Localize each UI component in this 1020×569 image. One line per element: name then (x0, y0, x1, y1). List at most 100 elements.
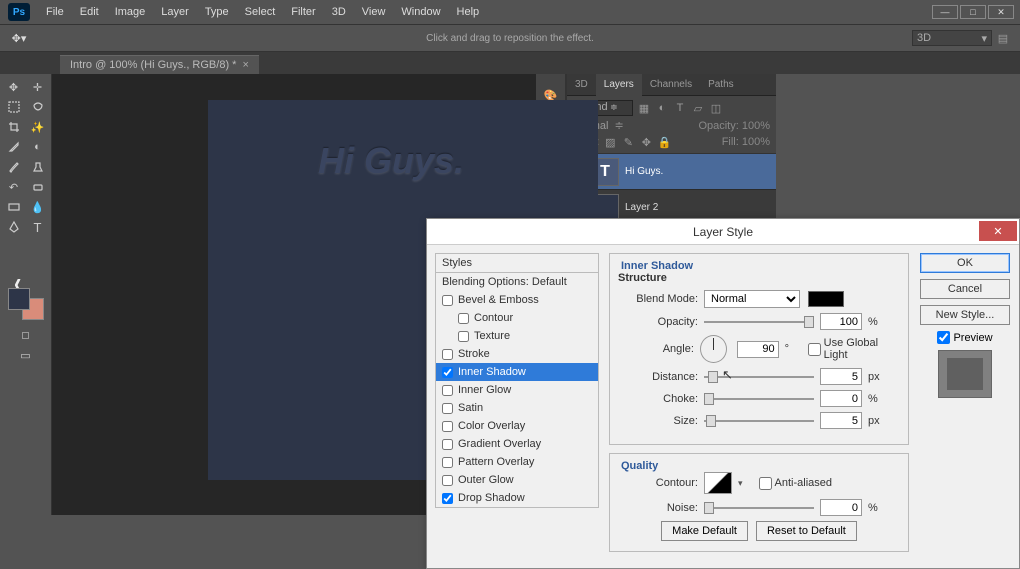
style-checkbox[interactable] (442, 367, 453, 378)
brush-tool[interactable] (3, 158, 25, 176)
style-effect-row[interactable]: Inner Glow (436, 381, 598, 399)
anti-aliased-checkbox[interactable]: Anti-aliased (759, 477, 832, 490)
style-effect-row[interactable]: Inner Shadow (436, 363, 598, 381)
cancel-button[interactable]: Cancel (920, 279, 1010, 299)
screen-mode-toggle[interactable]: ▭ (15, 346, 37, 364)
wand-tool[interactable]: ✨ (27, 118, 49, 136)
size-slider[interactable] (704, 413, 814, 429)
filter-type-icon[interactable]: T (673, 101, 687, 115)
menu-filter[interactable]: Filter (283, 0, 323, 24)
color-swatches[interactable] (6, 286, 46, 322)
distance-input[interactable] (820, 368, 862, 385)
opacity-slider[interactable] (704, 314, 814, 330)
style-checkbox[interactable] (442, 457, 453, 468)
lasso-tool[interactable] (27, 98, 49, 116)
menu-image[interactable]: Image (107, 0, 154, 24)
artboard-tool[interactable]: ✛ (27, 78, 49, 96)
blending-options-row[interactable]: Blending Options: Default (436, 273, 598, 291)
blur-tool[interactable]: 💧 (27, 198, 49, 216)
style-effect-row[interactable]: Texture (436, 327, 598, 345)
eyedropper-tool[interactable] (3, 138, 25, 156)
use-global-light-checkbox[interactable]: Use Global Light (808, 337, 900, 361)
style-checkbox[interactable] (458, 313, 469, 324)
distance-slider[interactable]: ↖ (704, 369, 814, 385)
foreground-color-swatch[interactable] (8, 288, 30, 310)
angle-dial[interactable] (700, 335, 727, 363)
crop-tool[interactable] (3, 118, 25, 136)
menu-window[interactable]: Window (393, 0, 448, 24)
menu-3d[interactable]: 3D (324, 0, 354, 24)
menu-type[interactable]: Type (197, 0, 237, 24)
style-checkbox[interactable] (442, 403, 453, 414)
history-brush-tool[interactable]: ↶ (3, 178, 25, 196)
blend-mode-select[interactable]: Normal (704, 290, 800, 308)
lock-all-icon[interactable]: 🔒 (657, 135, 671, 149)
style-checkbox[interactable] (458, 331, 469, 342)
quick-mask-toggle[interactable] (16, 328, 36, 342)
contour-picker[interactable] (704, 472, 732, 494)
style-effect-row[interactable]: Stroke (436, 345, 598, 363)
workspace-dropdown[interactable]: 3D▾ (912, 30, 992, 46)
style-effect-row[interactable]: Gradient Overlay (436, 435, 598, 453)
style-effect-row[interactable]: Satin (436, 399, 598, 417)
type-tool[interactable]: T (27, 218, 49, 236)
style-checkbox[interactable] (442, 349, 453, 360)
style-effect-row[interactable]: Bevel & Emboss (436, 291, 598, 309)
lock-position-icon[interactable]: ✥ (639, 135, 653, 149)
choke-input[interactable] (820, 390, 862, 407)
ok-button[interactable]: OK (920, 253, 1010, 273)
style-effect-row[interactable]: Drop Shadow (436, 489, 598, 507)
opacity-input[interactable] (820, 313, 862, 330)
style-checkbox[interactable] (442, 295, 453, 306)
layer-name[interactable]: Layer 2 (625, 202, 658, 213)
size-input[interactable] (820, 412, 862, 429)
panel-tab-layers[interactable]: Layers (596, 74, 642, 96)
document-tab[interactable]: Intro @ 100% (Hi Guys., RGB/8) * × (60, 55, 259, 74)
window-close[interactable]: ✕ (988, 5, 1014, 19)
menu-edit[interactable]: Edit (72, 0, 107, 24)
angle-input[interactable] (737, 341, 779, 358)
style-checkbox[interactable] (442, 421, 453, 432)
layer-name[interactable]: Hi Guys. (625, 166, 663, 177)
filter-smart-icon[interactable]: ◫ (709, 101, 723, 115)
options-menu-icon[interactable]: ▤ (996, 31, 1010, 45)
shadow-color-swatch[interactable] (808, 291, 844, 307)
pen-tool[interactable] (3, 218, 25, 236)
gradient-tool[interactable] (3, 198, 25, 216)
dialog-titlebar[interactable]: Layer Style ✕ (427, 219, 1019, 245)
noise-input[interactable] (820, 499, 862, 516)
style-effect-row[interactable]: Pattern Overlay (436, 453, 598, 471)
panel-tab-channels[interactable]: Channels (642, 74, 700, 96)
close-tab-icon[interactable]: × (242, 59, 248, 71)
new-style-button[interactable]: New Style... (920, 305, 1010, 325)
style-effect-row[interactable]: Contour (436, 309, 598, 327)
menu-help[interactable]: Help (449, 0, 488, 24)
filter-image-icon[interactable]: ▦ (637, 101, 651, 115)
lock-transparency-icon[interactable]: ▨ (603, 135, 617, 149)
style-checkbox[interactable] (442, 493, 453, 504)
style-effect-row[interactable]: Outer Glow (436, 471, 598, 489)
filter-shape-icon[interactable]: ▱ (691, 101, 705, 115)
reset-default-button[interactable]: Reset to Default (756, 521, 857, 541)
eraser-tool[interactable] (27, 178, 49, 196)
marquee-tool[interactable] (3, 98, 25, 116)
menu-layer[interactable]: Layer (153, 0, 197, 24)
menu-file[interactable]: File (38, 0, 72, 24)
preview-checkbox[interactable]: Preview (937, 331, 992, 344)
panel-tab-paths[interactable]: Paths (700, 74, 742, 96)
make-default-button[interactable]: Make Default (661, 521, 748, 541)
style-checkbox[interactable] (442, 439, 453, 450)
stamp-tool[interactable] (27, 158, 49, 176)
menu-view[interactable]: View (354, 0, 394, 24)
style-effect-row[interactable]: Color Overlay (436, 417, 598, 435)
menu-select[interactable]: Select (237, 0, 284, 24)
styles-header[interactable]: Styles (435, 253, 599, 273)
style-checkbox[interactable] (442, 475, 453, 486)
noise-slider[interactable] (704, 500, 814, 516)
layer-item[interactable]: 👁 T Hi Guys. (567, 154, 776, 190)
move-tool[interactable]: ✥ (3, 78, 25, 96)
window-minimize[interactable]: — (932, 5, 958, 19)
panel-tab-3d[interactable]: 3D (567, 74, 596, 96)
filter-adjust-icon[interactable]: ◐ (655, 101, 669, 115)
lock-pixels-icon[interactable]: ✎ (621, 135, 635, 149)
